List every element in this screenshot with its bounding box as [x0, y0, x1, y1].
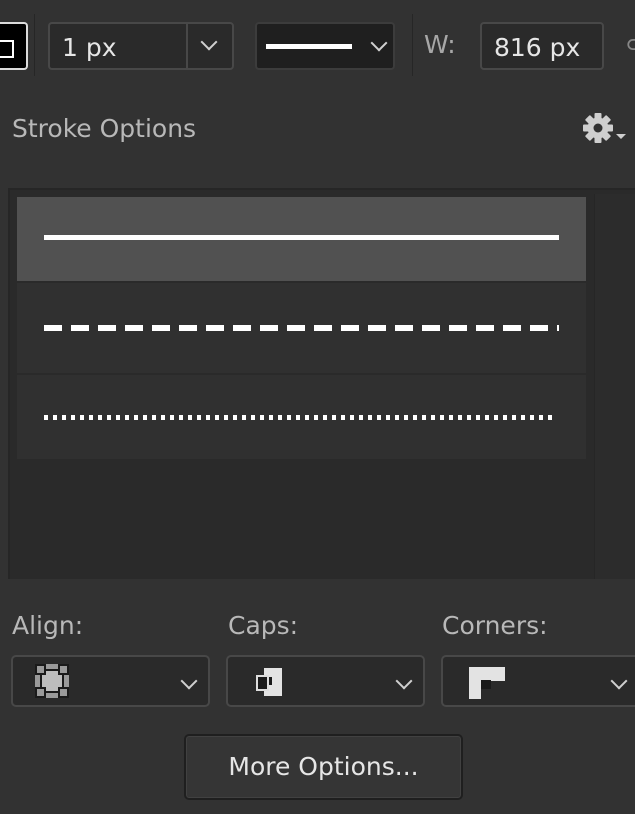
- align-inside-icon: [35, 664, 69, 698]
- stroke-option-solid[interactable]: [17, 197, 586, 281]
- align-select[interactable]: [11, 655, 210, 707]
- list-scrollbar[interactable]: [594, 194, 635, 579]
- panel-title: Stroke Options: [12, 114, 197, 143]
- more-options-button[interactable]: More Options...: [184, 734, 463, 800]
- dotted-line-sample: [44, 415, 557, 420]
- chevron-down-icon: [395, 672, 413, 690]
- gear-icon: [583, 113, 626, 143]
- chevron-down-icon: [200, 33, 218, 51]
- butt-cap-icon: [256, 668, 288, 696]
- stroke-size-dropdown-button[interactable]: [186, 24, 232, 68]
- solid-line-preview: [266, 44, 352, 49]
- width-value[interactable]: 816 px: [494, 33, 580, 62]
- chevron-down-icon: [180, 672, 198, 690]
- stroke-type-select[interactable]: [255, 22, 395, 70]
- width-label: W:: [424, 30, 456, 59]
- stroke-size-field[interactable]: 1 px: [48, 22, 234, 70]
- chevron-down-icon: [610, 672, 628, 690]
- stroke-swatch-glyph: [0, 40, 14, 58]
- miter-corner-icon: [469, 667, 505, 699]
- align-label: Align:: [12, 611, 84, 640]
- caps-select[interactable]: [226, 655, 425, 707]
- width-field[interactable]: 816 px: [480, 22, 604, 70]
- stroke-color-swatch[interactable]: [0, 22, 28, 70]
- corners-label: Corners:: [442, 611, 548, 640]
- toolbar-divider: [412, 14, 413, 76]
- dashed-line-sample: [44, 325, 559, 331]
- caps-label: Caps:: [228, 611, 299, 640]
- stroke-option-dashed[interactable]: [17, 283, 586, 373]
- stroke-size-value[interactable]: 1 px: [62, 33, 117, 62]
- settings-gear-button[interactable]: [580, 108, 628, 148]
- stroke-option-dotted[interactable]: [17, 375, 586, 459]
- chevron-down-icon: [370, 34, 388, 52]
- corners-select[interactable]: [441, 655, 635, 707]
- solid-line-sample: [44, 235, 559, 240]
- link-icon[interactable]: ⊂: [625, 30, 635, 56]
- toolbar-divider: [34, 14, 35, 76]
